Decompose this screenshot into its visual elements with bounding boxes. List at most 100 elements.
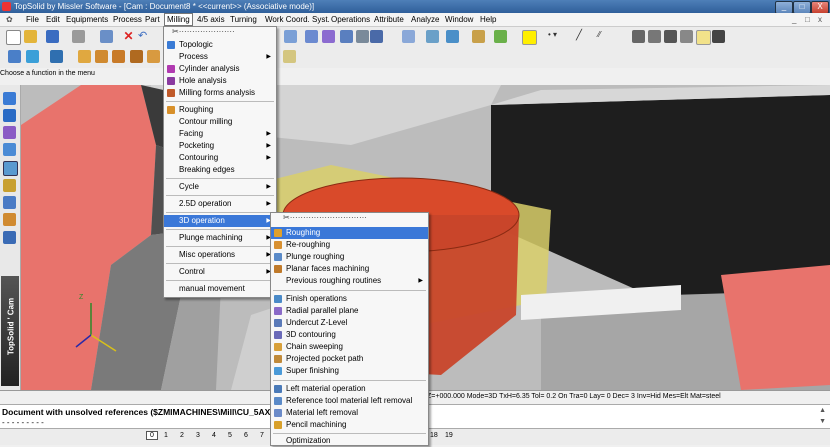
layer-tab-6[interactable]: 6 — [244, 432, 248, 439]
assembly-icon[interactable] — [3, 143, 16, 156]
drafting-icon[interactable] — [3, 179, 16, 192]
app-menu-icon[interactable]: ✿ — [4, 14, 17, 25]
cam-stock-icon[interactable] — [50, 50, 63, 63]
zoom-window-icon[interactable] — [426, 30, 439, 43]
menu-item-contour-milling[interactable]: Contour milling — [164, 116, 276, 128]
menu-item-topologic[interactable]: Topologic — [164, 39, 276, 51]
menu-work-coord-syst[interactable]: Work Coord. Syst. — [263, 14, 332, 25]
cam-op-icon-1[interactable] — [78, 50, 91, 63]
cam-machine-icon[interactable] — [26, 50, 39, 63]
solid-box-icon[interactable] — [3, 109, 16, 122]
submenu-item-chain-sweeping[interactable]: Chain sweeping — [271, 341, 428, 353]
submenu-item-undercut-z-level[interactable]: Undercut Z-Level — [271, 317, 428, 329]
toolbar-icon-f[interactable] — [712, 30, 725, 43]
menu-help[interactable]: Help — [478, 14, 498, 25]
submenu-item-re-roughing[interactable]: Re-roughing — [271, 239, 428, 251]
menu-analyze[interactable]: Analyze — [409, 14, 441, 25]
delete-icon[interactable]: ✕ — [122, 30, 135, 43]
measure-icon[interactable] — [284, 30, 297, 43]
toolbar-icon-e[interactable] — [696, 30, 711, 45]
axis-icon[interactable] — [356, 30, 369, 43]
grid-icon[interactable] — [340, 30, 353, 43]
menu-item-hole-analysis[interactable]: Hole analysis — [164, 75, 276, 87]
submenu-item-plunge-roughing[interactable]: Plunge roughing — [271, 251, 428, 263]
menu-item-roughing[interactable]: Roughing — [164, 104, 276, 116]
menu-4-5-axis[interactable]: 4/5 axis — [195, 14, 227, 25]
menu-item-plunge-machining[interactable]: Plunge machining ▶ — [164, 232, 276, 244]
undo-icon[interactable]: ↶ — [138, 30, 151, 43]
submenu-tearoff-handle[interactable]: ✂····························· — [283, 213, 367, 223]
menu-item-cycle[interactable]: Cycle ▶ — [164, 181, 276, 193]
zoom-icon[interactable] — [402, 30, 415, 43]
cam-op-icon-3[interactable] — [112, 50, 125, 63]
menu-file[interactable]: File — [24, 14, 41, 25]
mdi-close-button[interactable]: x — [816, 14, 824, 25]
menu-equipments[interactable]: Equipments — [64, 14, 110, 25]
submenu-item-optimization[interactable]: Optimization — [271, 435, 428, 447]
submenu-item-projected-pocket-path[interactable]: Projected pocket path — [271, 353, 428, 365]
cam-op-icon-5[interactable] — [147, 50, 160, 63]
submenu-item-roughing[interactable]: Roughing — [271, 227, 428, 239]
toolbar-icon-d[interactable] — [680, 30, 693, 43]
layer-tab-7[interactable]: 7 — [260, 432, 264, 439]
menu-part[interactable]: Part — [143, 14, 162, 25]
menu-milling[interactable]: Milling — [164, 13, 193, 26]
save-icon[interactable] — [46, 30, 59, 43]
tools-icon[interactable] — [3, 196, 16, 209]
submenu-item-3d-contouring[interactable]: 3D contouring — [271, 329, 428, 341]
layer-tab-0[interactable]: 0 — [146, 431, 158, 440]
library-icon[interactable] — [3, 213, 16, 226]
edit-pencil-icon[interactable] — [3, 92, 16, 105]
toolbar-icon-c[interactable] — [664, 30, 677, 43]
menu-item-milling-forms-analysis[interactable]: Milling forms analysis — [164, 87, 276, 99]
scroll-down-icon[interactable]: ▼ — [819, 418, 826, 425]
menu-item-manual-movement[interactable]: manual movement — [164, 283, 276, 295]
line-type-icon[interactable]: • ▾ — [548, 30, 561, 43]
print-icon[interactable] — [72, 30, 85, 43]
line-style-icon[interactable]: ╱ — [576, 30, 589, 43]
open-folder-icon[interactable] — [24, 30, 37, 43]
hatch-icon[interactable]: ⁄⁄ — [598, 30, 611, 43]
mdi-maximize-button[interactable]: □ — [803, 14, 812, 25]
shape-icon[interactable] — [3, 126, 16, 139]
submenu-item-finish-operations[interactable]: Finish operations — [271, 293, 428, 305]
layer-tab-1[interactable]: 1 — [164, 432, 168, 439]
constraint-icon[interactable] — [322, 30, 335, 43]
menu-turning[interactable]: Turning — [228, 14, 259, 25]
snap-icon[interactable] — [305, 30, 318, 43]
view-icon[interactable] — [446, 30, 459, 43]
menu-item-cylinder-analysis[interactable]: Cylinder analysis — [164, 63, 276, 75]
submenu-item-pencil-machining[interactable]: Pencil machining — [271, 419, 428, 431]
cam-op-icon-2[interactable] — [95, 50, 108, 63]
menu-item-facing[interactable]: Facing ▶ — [164, 128, 276, 140]
mdi-minimize-button[interactable]: _ — [790, 14, 798, 25]
menu-item-2-5d-operation[interactable]: 2.5D operation ▶ — [164, 198, 276, 210]
color-swatch-icon[interactable] — [522, 30, 537, 45]
layer-tab-2[interactable]: 2 — [180, 432, 184, 439]
toolbar-icon-a[interactable] — [632, 30, 645, 43]
toolbar-icon-b[interactable] — [648, 30, 661, 43]
menu-process[interactable]: Process — [111, 14, 144, 25]
submenu-item-left-material-operation[interactable]: Left material operation — [271, 383, 428, 395]
display-icon[interactable] — [494, 30, 507, 43]
layer-tab-19[interactable]: 19 — [445, 432, 453, 439]
layer-icon[interactable] — [370, 30, 383, 43]
cam-sim-icon[interactable] — [283, 50, 296, 63]
submenu-item-radial-parallel-plane[interactable]: Radial parallel plane — [271, 305, 428, 317]
layer-tab-3[interactable]: 3 — [196, 432, 200, 439]
submenu-item-previous-roughing-routines[interactable]: Previous roughing routines ▶ — [271, 275, 428, 287]
menu-item-misc-operations[interactable]: Misc operations ▶ — [164, 249, 276, 261]
layer-tab-4[interactable]: 4 — [212, 432, 216, 439]
menu-edit[interactable]: Edit — [44, 14, 62, 25]
menu-item-process[interactable]: Process ▶ — [164, 51, 276, 63]
layer-tab-5[interactable]: 5 — [228, 432, 232, 439]
menu-item-3d-operation[interactable]: 3D operation ▶ — [164, 215, 276, 227]
submenu-item-planar-faces-machining[interactable]: Planar faces machining — [271, 263, 428, 275]
render-icon[interactable] — [472, 30, 485, 43]
cam-tool-icon[interactable] — [8, 50, 21, 63]
menu-item-contouring[interactable]: Contouring ▶ — [164, 152, 276, 164]
new-document-icon[interactable] — [6, 30, 21, 45]
settings-panel-icon[interactable] — [3, 231, 16, 244]
menu-attribute[interactable]: Attribute — [372, 14, 406, 25]
scroll-up-icon[interactable]: ▲ — [819, 407, 826, 414]
